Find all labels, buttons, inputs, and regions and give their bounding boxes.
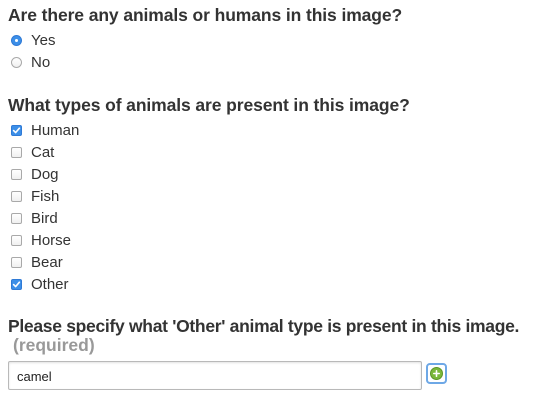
checkbox-other[interactable]	[11, 278, 22, 290]
radio-option-no[interactable]: No	[11, 52, 50, 72]
question-specify-other: Please specify what 'Other' animal type …	[8, 316, 520, 336]
checkbox-bear[interactable]	[11, 256, 22, 268]
radio-button-no[interactable]	[11, 56, 22, 68]
required-label: (required)	[13, 335, 95, 355]
checkbox-label-horse[interactable]: Horse	[31, 232, 71, 249]
radio-option-yes[interactable]: Yes	[11, 30, 55, 50]
checkbox-option-bear[interactable]: Bear	[11, 252, 63, 272]
checkbox-option-cat[interactable]: Cat	[11, 142, 54, 162]
checkbox-label-other[interactable]: Other	[31, 276, 69, 293]
question-animal-types: What types of animals are present in thi…	[8, 95, 410, 115]
checkbox-horse[interactable]	[11, 234, 22, 246]
checkmark-icon	[12, 126, 21, 133]
other-animal-input[interactable]	[8, 361, 422, 390]
checkbox-option-fish[interactable]: Fish	[11, 186, 59, 206]
checkbox-option-dog[interactable]: Dog	[11, 164, 59, 184]
checkbox-cat[interactable]	[11, 146, 22, 158]
checkbox-human[interactable]	[11, 124, 22, 136]
checkmark-icon	[12, 280, 21, 287]
radio-label-no[interactable]: No	[31, 54, 50, 71]
checkbox-option-bird[interactable]: Bird	[11, 208, 58, 228]
checkbox-label-dog[interactable]: Dog	[31, 166, 59, 183]
add-button[interactable]	[426, 363, 447, 384]
checkbox-option-human[interactable]: Human	[11, 120, 79, 140]
checkbox-bird[interactable]	[11, 212, 22, 224]
plus-icon	[433, 370, 440, 377]
checkbox-option-horse[interactable]: Horse	[11, 230, 71, 250]
checkbox-label-bird[interactable]: Bird	[31, 210, 58, 227]
checkbox-label-bear[interactable]: Bear	[31, 254, 63, 271]
checkbox-dog[interactable]	[11, 168, 22, 180]
checkbox-label-human[interactable]: Human	[31, 122, 79, 139]
checkbox-fish[interactable]	[11, 190, 22, 202]
question-animals-or-humans: Are there any animals or humans in this …	[8, 5, 403, 25]
radio-label-yes[interactable]: Yes	[31, 32, 55, 49]
checkbox-option-other[interactable]: Other	[11, 274, 69, 294]
checkbox-label-cat[interactable]: Cat	[31, 144, 54, 161]
plus-circle-icon	[430, 367, 443, 380]
radio-button-yes[interactable]	[11, 34, 22, 46]
checkbox-label-fish[interactable]: Fish	[31, 188, 59, 205]
